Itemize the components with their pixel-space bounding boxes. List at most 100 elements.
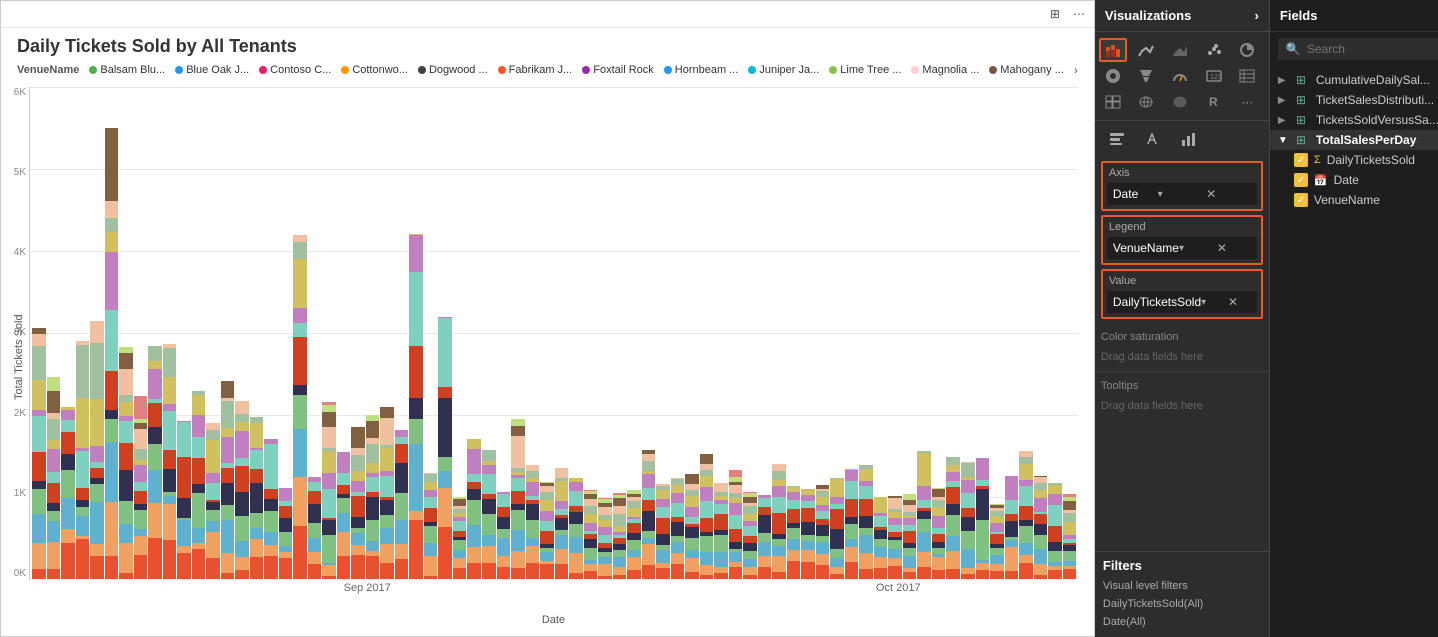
bar-group[interactable] [337,87,351,579]
bar-group[interactable] [656,87,670,579]
fields-table-ticketsales[interactable]: ▶ ⊞ TicketSalesDistributi... [1270,90,1438,110]
more-options-icon[interactable]: ⋯ [1070,5,1088,23]
axis-value[interactable]: Date ▾ ✕ [1107,183,1257,205]
bar-group[interactable] [598,87,612,579]
bar-group[interactable] [221,87,235,579]
bar-group[interactable] [758,87,772,579]
bar-group[interactable] [801,87,815,579]
bar-group[interactable] [685,87,699,579]
bar-group[interactable] [47,87,61,579]
checkbox-date[interactable] [1294,173,1308,187]
bar-group[interactable] [351,87,365,579]
bar-group[interactable] [830,87,844,579]
fields-table-ticketssold[interactable]: ▶ ⊞ TicketsSoldVersusSa... [1270,110,1438,130]
bar-group[interactable] [917,87,931,579]
vis-card-icon[interactable]: 123 [1200,64,1228,88]
fields-list[interactable]: ▶ ⊞ CumulativeDailySal... ▶ ⊞ TicketSale… [1270,66,1438,637]
value-close-icon[interactable]: ✕ [1228,295,1251,309]
bar-group[interactable] [264,87,278,579]
bar-group[interactable] [787,87,801,579]
bar-group[interactable] [163,87,177,579]
vis-pie-icon[interactable] [1233,38,1261,62]
bar-group[interactable] [1034,87,1048,579]
bar-group[interactable] [642,87,656,579]
bar-group[interactable] [119,87,133,579]
bar-group[interactable] [76,87,90,579]
filter-daily-tickets[interactable]: DailyTicketsSold(All) [1103,595,1261,613]
bar-group[interactable] [409,87,423,579]
bar-group[interactable] [859,87,873,579]
bar-group[interactable] [772,87,786,579]
legend-item-4[interactable]: Dogwood ... [418,64,488,76]
focus-icon[interactable]: ⊞ [1046,5,1064,23]
bar-group[interactable] [845,87,859,579]
bar-group[interactable] [482,87,496,579]
fields-search[interactable]: 🔍 [1278,38,1438,60]
bar-group[interactable] [584,87,598,579]
vis-stacked-bar-icon[interactable] [1099,38,1127,62]
legend-item-8[interactable]: Juniper Ja... [748,64,819,76]
bar-group[interactable] [976,87,990,579]
bar-group[interactable] [250,87,264,579]
vis-panel-expand-icon[interactable]: › [1255,8,1259,23]
search-input[interactable] [1307,42,1438,56]
bar-group[interactable] [497,87,511,579]
vis-line-icon[interactable] [1132,38,1160,62]
bar-group[interactable] [743,87,757,579]
bar-group[interactable] [105,87,119,579]
bar-group[interactable] [32,87,46,579]
vis-more-icon[interactable]: ··· [1233,90,1261,114]
bar-group[interactable] [1005,87,1019,579]
bar-group[interactable] [424,87,438,579]
legend-item-9[interactable]: Lime Tree ... [829,64,901,76]
bar-group[interactable] [511,87,525,579]
vis-analytics-icon[interactable] [1173,125,1205,153]
legend-item-5[interactable]: Fabrikam J... [498,64,573,76]
bar-group[interactable] [946,87,960,579]
value-field-value[interactable]: DailyTicketsSold ▾ ✕ [1107,291,1257,313]
bar-group[interactable] [932,87,946,579]
vis-area-icon[interactable] [1166,38,1194,62]
vis-panel-scroll[interactable]: Axis Date ▾ ✕ Legend VenueName ▾ ✕ Value [1095,157,1269,551]
vis-fields-icon[interactable] [1101,125,1133,153]
bar-group[interactable] [816,87,830,579]
bar-group[interactable] [714,87,728,579]
checkbox-venue[interactable] [1294,193,1308,207]
vis-gauge-icon[interactable] [1166,64,1194,88]
vis-donut-icon[interactable] [1099,64,1127,88]
bar-group[interactable] [467,87,481,579]
bar-group[interactable] [990,87,1004,579]
legend-close-icon[interactable]: ✕ [1217,241,1251,255]
bar-group[interactable] [671,87,685,579]
bar-group[interactable] [134,87,148,579]
bar-group[interactable] [206,87,220,579]
vis-funnel-icon[interactable] [1132,64,1160,88]
bar-group[interactable] [627,87,641,579]
legend-item-1[interactable]: Blue Oak J... [175,64,249,76]
legend-item-2[interactable]: Contoso C... [259,64,331,76]
bar-group[interactable] [1048,87,1062,579]
axis-close-icon[interactable]: ✕ [1206,187,1251,201]
bar-group[interactable] [555,87,569,579]
legend-item-11[interactable]: Mahogany ... [989,64,1064,76]
bar-group[interactable] [322,87,336,579]
bar-group[interactable] [61,87,75,579]
bar-group[interactable] [1019,87,1033,579]
fields-table-cumulative[interactable]: ▶ ⊞ CumulativeDailySal... [1270,70,1438,90]
bar-group[interactable] [453,87,467,579]
legend-item-0[interactable]: Balsam Blu... [89,64,165,76]
bar-group[interactable] [148,87,162,579]
bar-group[interactable] [526,87,540,579]
legend-value[interactable]: VenueName ▾ ✕ [1107,237,1257,259]
fields-table-totalsales[interactable]: ▼ ⊞ TotalSalesPerDay [1270,130,1438,150]
vis-matrix-icon[interactable] [1099,90,1127,114]
bar-group[interactable] [1063,87,1077,579]
bar-group[interactable] [613,87,627,579]
bar-group[interactable] [279,87,293,579]
vis-scatter-icon[interactable] [1200,38,1228,62]
legend-scroll-right[interactable]: › [1074,63,1078,77]
value-dropdown-icon[interactable]: ▾ [1201,297,1224,308]
vis-table-icon[interactable] [1233,64,1261,88]
legend-item-3[interactable]: Cottonwo... [341,64,408,76]
legend-item-6[interactable]: Foxtail Rock [582,64,654,76]
